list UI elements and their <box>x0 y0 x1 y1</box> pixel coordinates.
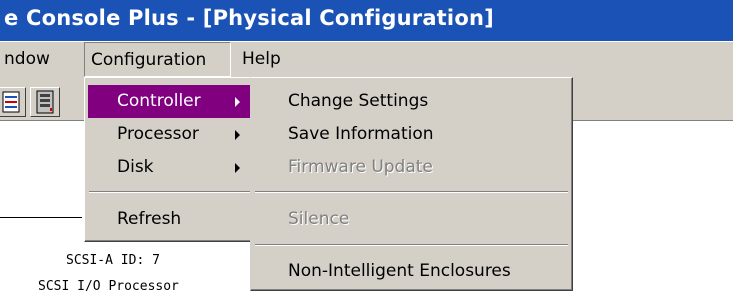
toolbar-icon-1 <box>2 91 20 113</box>
menu-item-save-information[interactable]: Save Information <box>254 118 569 151</box>
menu-item-label: Non-Intelligent Enclosures <box>288 261 511 281</box>
menu-configuration[interactable]: Configuration <box>84 42 231 77</box>
menu-item-label: Firmware Update <box>288 157 433 177</box>
window-title: e Console Plus - [Physical Configuration… <box>4 6 494 30</box>
menu-item-disk[interactable]: Disk <box>88 151 252 184</box>
submenu-arrow-icon <box>235 163 240 173</box>
server-icon <box>36 90 54 114</box>
menu-bar: ndow Configuration Help <box>0 41 733 77</box>
menu-separator <box>89 191 251 193</box>
submenu-arrow-icon <box>235 97 240 107</box>
menu-item-refresh[interactable]: Refresh <box>88 203 252 236</box>
menu-item-controller[interactable]: Controller <box>88 85 252 118</box>
menu-item-label: Processor <box>117 124 199 144</box>
menu-help[interactable]: Help <box>240 42 300 77</box>
submenu-arrow-icon <box>235 130 240 140</box>
connector-line <box>0 217 82 218</box>
app-window: e Console Plus - [Physical Configuration… <box>0 0 733 296</box>
configuration-menu: Controller Processor Disk Refresh <box>84 77 256 242</box>
menu-item-processor[interactable]: Processor <box>88 118 252 151</box>
menu-item-label: Silence <box>288 209 350 229</box>
menu-item-label: Change Settings <box>288 91 429 111</box>
menu-item-non-intelligent-enclosures[interactable]: Non-Intelligent Enclosures <box>254 255 569 288</box>
menu-item-label: Disk <box>117 157 154 177</box>
device-type-label: SCSI I/O Processor <box>38 279 179 294</box>
menu-item-label: Refresh <box>117 209 182 229</box>
menu-separator <box>255 191 568 193</box>
title-bar: e Console Plus - [Physical Configuration… <box>0 0 733 41</box>
menu-item-silence: Silence <box>254 203 569 236</box>
menu-item-label: Save Information <box>288 124 434 144</box>
toolbar-button-1[interactable] <box>0 87 26 117</box>
menu-item-firmware-update: Firmware Update <box>254 151 569 184</box>
menu-separator <box>255 244 568 246</box>
menu-item-change-settings[interactable]: Change Settings <box>254 85 569 118</box>
controller-submenu: Change Settings Save Information Firmwar… <box>250 77 573 291</box>
toolbar-button-2[interactable] <box>30 87 60 117</box>
scsi-id-label: SCSI-A ID: 7 <box>66 253 160 268</box>
menu-item-label: Controller <box>117 91 201 111</box>
menu-window[interactable]: ndow <box>0 42 78 77</box>
